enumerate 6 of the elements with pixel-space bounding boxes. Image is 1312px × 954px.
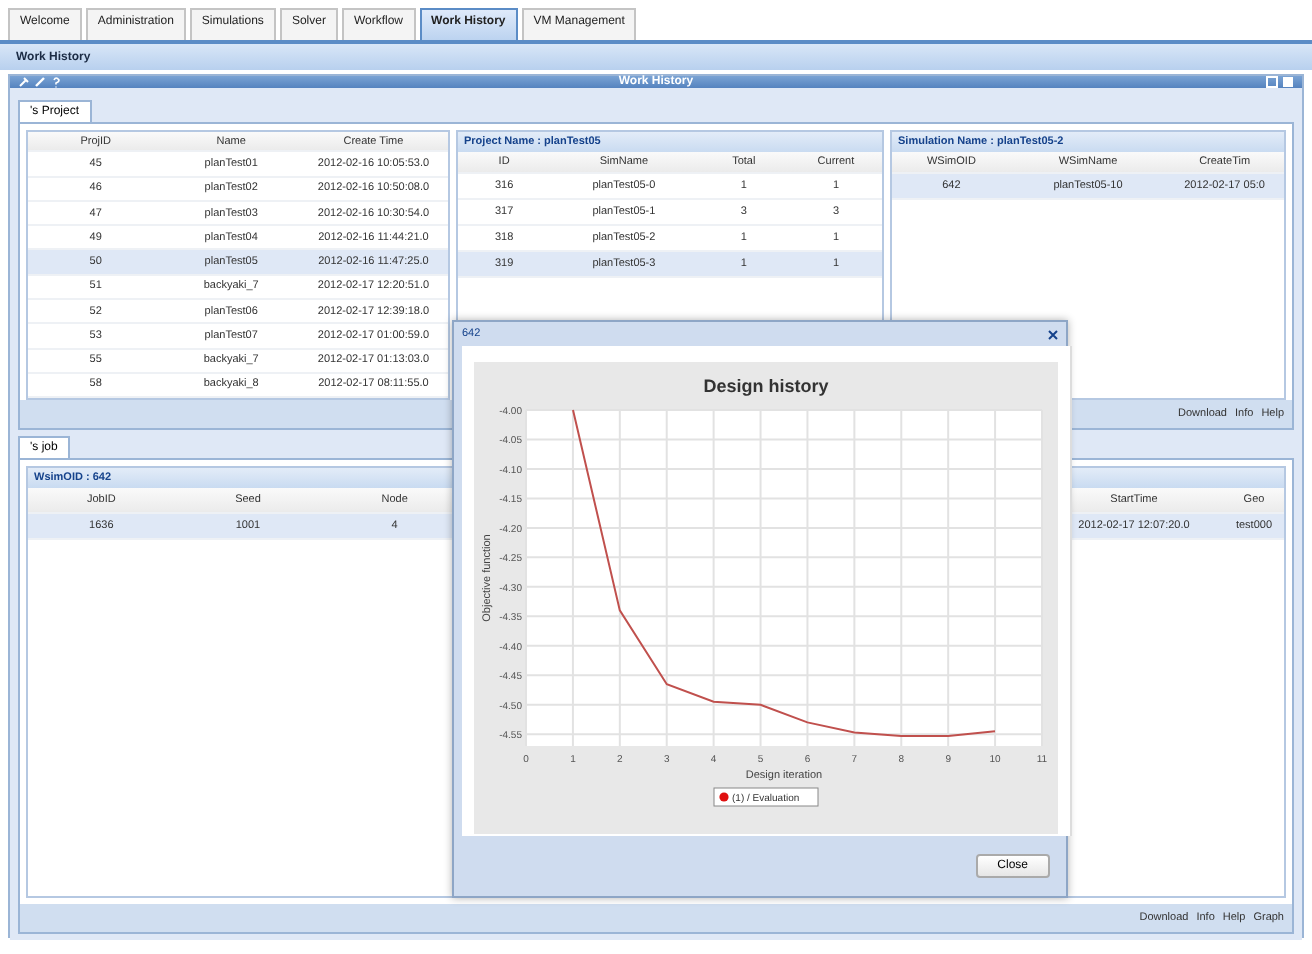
chart-title: Design history: [703, 376, 829, 396]
pencil-icon[interactable]: [34, 76, 46, 88]
restore-icon[interactable]: [1266, 76, 1278, 88]
close-icon[interactable]: [1048, 329, 1058, 339]
help-icon[interactable]: [50, 76, 62, 88]
maximize-icon[interactable]: [1282, 76, 1294, 88]
